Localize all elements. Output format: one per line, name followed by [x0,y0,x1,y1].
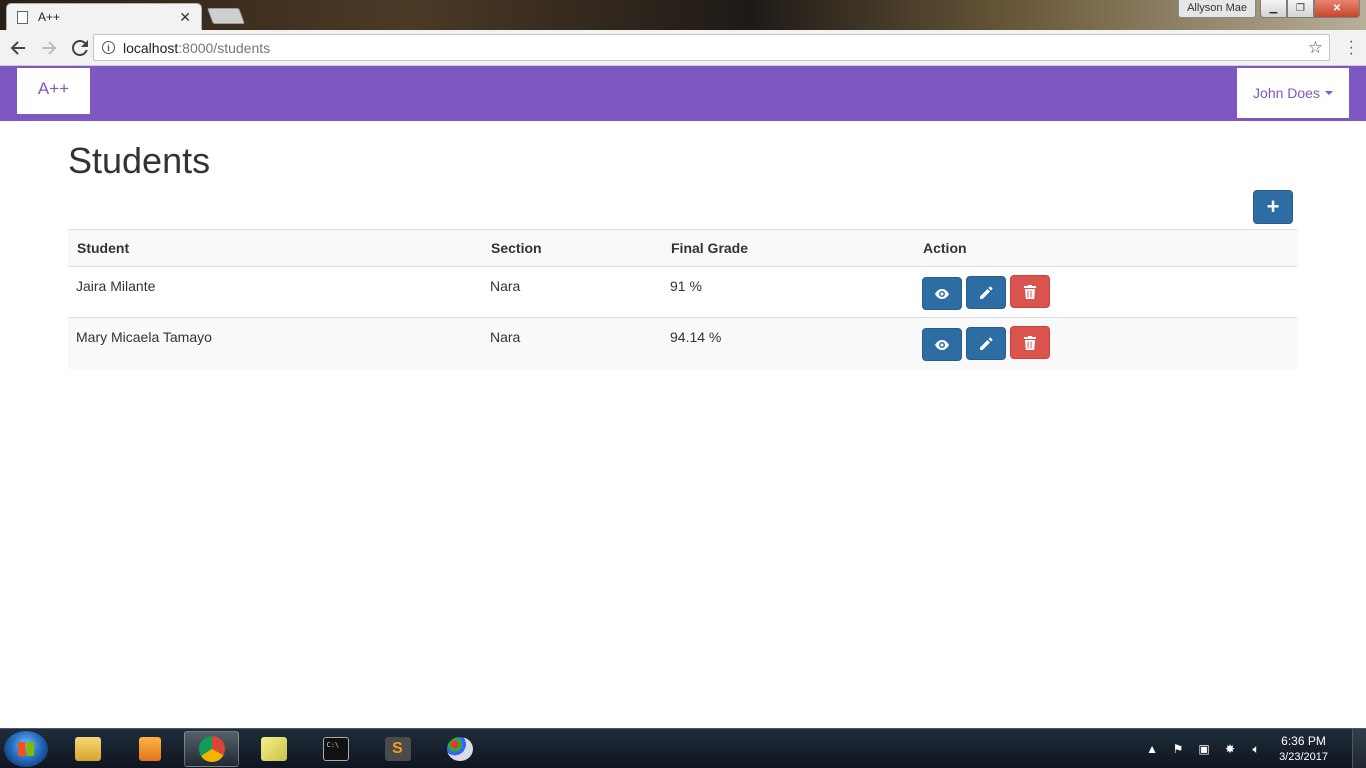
header-action: Action [914,229,1297,267]
cell-section: Nara [482,266,662,318]
window-user-chip[interactable]: Allyson Mae [1178,0,1256,18]
cell-grade: 91 % [662,266,914,318]
edit-button[interactable] [966,326,1006,360]
start-button[interactable] [4,731,48,767]
back-arrow-icon[interactable] [5,35,31,61]
system-tray: ▲ ⚑ ▣ ✸ 🔈︎ 6:36 PM 3/23/2017 [1139,729,1366,768]
header-section: Section [482,229,662,267]
sticky-notes-icon[interactable] [246,731,301,767]
pencil-icon [979,336,993,350]
show-desktop-button[interactable] [1352,729,1366,768]
eye-icon [935,339,949,350]
windows-taskbar: C:\ S ▲ ⚑ ▣ ✸ 🔈︎ 6:36 PM 3/23/2017 [0,728,1366,768]
table-row: Mary Micaela Tamayo Nara 94.14 % [68,317,1297,369]
view-button[interactable] [922,277,962,310]
clock-time: 6:36 PM [1281,734,1326,748]
minimize-button[interactable]: ▁ [1260,0,1287,18]
add-student-button[interactable]: + [1253,190,1293,224]
browser-tabstrip: A++ ✕ Allyson Mae ▁ ❐ ✕ [0,0,1366,30]
device-icon[interactable]: ▣ [1196,742,1212,756]
forward-arrow-icon[interactable] [36,35,62,61]
user-dropdown[interactable]: John Does [1237,68,1349,118]
browser-tab[interactable]: A++ ✕ [6,3,202,30]
delete-button[interactable] [1010,326,1050,359]
tab-close-icon[interactable]: ✕ [179,9,191,26]
eye-icon [935,288,949,299]
delete-button[interactable] [1010,275,1050,308]
url-path: :8000/students [178,39,271,56]
restore-button[interactable]: ❐ [1287,0,1314,18]
new-tab-button[interactable] [207,8,245,24]
window-controls: ▁ ❐ ✕ [1260,0,1360,18]
header-final-grade: Final Grade [662,229,914,267]
table-row: Jaira Milante Nara 91 % [68,266,1297,318]
edit-button[interactable] [966,275,1006,309]
user-name: John Does [1253,85,1320,101]
trash-icon [1024,335,1036,350]
students-table: Student Section Final Grade Action Jaira… [68,229,1297,369]
file-explorer-icon[interactable] [60,731,115,767]
address-bar[interactable]: i localhost:8000/students ☆ [93,34,1330,61]
show-hidden-icons[interactable]: ▲ [1144,742,1160,756]
cell-actions [914,317,1297,369]
tab-title: A++ [38,10,61,24]
page-title: Students [68,140,211,181]
site-info-icon[interactable]: i [102,41,115,54]
volume-icon[interactable]: 🔈︎ [1248,742,1264,756]
command-prompt-icon[interactable]: C:\ [308,731,363,767]
window-close-button[interactable]: ✕ [1314,0,1360,18]
page-icon [17,10,28,24]
windows-logo-icon [18,742,34,756]
browser-toolbar: i localhost:8000/students ☆ · · · [0,30,1366,66]
reload-icon[interactable] [67,35,93,61]
caret-down-icon [1324,91,1333,95]
media-player-icon[interactable] [122,731,177,767]
trash-icon [1024,284,1036,299]
sublime-text-icon[interactable]: S [370,731,425,767]
table-header-row: Student Section Final Grade Action [68,229,1297,267]
cell-student: Jaira Milante [68,266,482,318]
network-icon[interactable]: ✸ [1222,742,1238,756]
cell-section: Nara [482,317,662,369]
view-button[interactable] [922,328,962,361]
chrome-icon[interactable] [184,731,239,767]
action-center-flag-icon[interactable]: ⚑ [1170,742,1186,756]
header-student: Student [68,229,482,267]
bookmark-star-icon[interactable]: ☆ [1308,38,1323,58]
clock[interactable]: 6:36 PM 3/23/2017 [1279,733,1328,765]
brand-link[interactable]: A++ [17,68,90,114]
clock-date: 3/23/2017 [1279,751,1328,763]
pencil-icon [979,285,993,299]
browser-menu-icon[interactable]: · · · [1349,34,1354,62]
cell-grade: 94.14 % [662,317,914,369]
cell-actions [914,266,1297,318]
url-host: localhost [123,39,179,56]
paint-icon[interactable] [432,731,487,767]
app-navbar: A++ John Does [0,66,1366,121]
cell-student: Mary Micaela Tamayo [68,317,482,369]
